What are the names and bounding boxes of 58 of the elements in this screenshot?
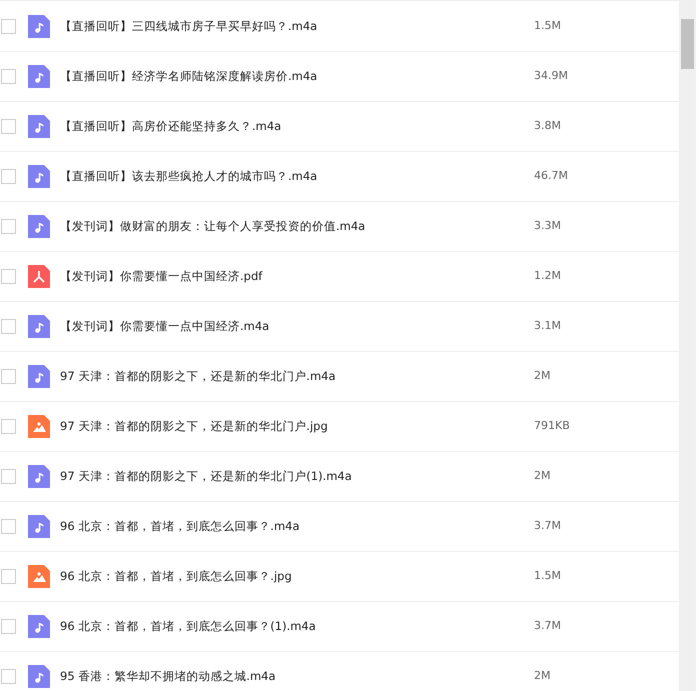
music-note-file-icon: [28, 465, 50, 488]
file-size: 2M: [534, 668, 550, 684]
file-size: 3.7M: [534, 618, 561, 634]
checkbox[interactable]: [1, 569, 16, 584]
file-size: 1.5M: [534, 568, 561, 584]
file-name[interactable]: 96 北京：首都，首堵，到底怎么回事？.jpg: [60, 568, 530, 586]
music-note-file-icon: [28, 115, 50, 138]
music-note-file-icon: [28, 315, 50, 338]
file-name[interactable]: 96 北京：首都，首堵，到底怎么回事？(1).m4a: [60, 618, 530, 636]
file-size: 1.5M: [534, 18, 561, 34]
checkbox[interactable]: [1, 69, 16, 84]
checkbox[interactable]: [1, 369, 16, 384]
file-size: 3.1M: [534, 318, 561, 334]
scrollbar-thumb[interactable]: [681, 19, 694, 69]
music-note-file-icon: [28, 215, 50, 238]
music-note-file-icon: [28, 615, 50, 638]
checkbox[interactable]: [1, 169, 16, 184]
file-name[interactable]: 【发刊词】你需要懂一点中国经济.pdf: [60, 268, 530, 286]
music-note-file-icon: [28, 165, 50, 188]
pdf-file-icon: [28, 265, 50, 288]
checkbox[interactable]: [1, 219, 16, 234]
scrollbar[interactable]: [679, 0, 696, 691]
file-name[interactable]: 【发刊词】你需要懂一点中国经济.m4a: [60, 318, 530, 336]
checkbox[interactable]: [1, 319, 16, 334]
file-name[interactable]: 95 香港：繁华却不拥堵的动感之城.m4a: [60, 668, 530, 686]
file-size: 3.8M: [534, 118, 561, 134]
checkbox[interactable]: [1, 19, 16, 34]
image-file-icon: [28, 415, 50, 438]
music-note-file-icon: [28, 665, 50, 688]
file-size: 2M: [534, 468, 550, 484]
checkbox[interactable]: [1, 419, 16, 434]
file-size: 3.3M: [534, 218, 561, 234]
file-size: 791KB: [534, 418, 570, 434]
file-name[interactable]: 【直播回听】该去那些疯抢人才的城市吗？.m4a: [60, 168, 530, 186]
music-note-file-icon: [28, 65, 50, 88]
file-size: 34.9M: [534, 68, 568, 84]
checkbox[interactable]: [1, 269, 16, 284]
file-name[interactable]: 97 天津：首都的阴影之下，还是新的华北门户.jpg: [60, 418, 530, 436]
checkbox[interactable]: [1, 619, 16, 634]
file-size: 3.7M: [534, 518, 561, 534]
checkbox[interactable]: [1, 519, 16, 534]
file-size: 2M: [534, 368, 550, 384]
music-note-file-icon: [28, 365, 50, 388]
file-name[interactable]: 【直播回听】高房价还能坚持多久？.m4a: [60, 118, 530, 136]
file-size: 46.7M: [534, 168, 568, 184]
checkbox[interactable]: [1, 669, 16, 684]
music-note-file-icon: [28, 15, 50, 38]
file-name[interactable]: 【直播回听】三四线城市房子早买早好吗？.m4a: [60, 18, 530, 36]
checkbox[interactable]: [1, 469, 16, 484]
file-name[interactable]: 【直播回听】经济学名师陆铭深度解读房价.m4a: [60, 68, 530, 86]
file-name[interactable]: 97 天津：首都的阴影之下，还是新的华北门户.m4a: [60, 368, 530, 386]
file-name[interactable]: 97 天津：首都的阴影之下，还是新的华北门户(1).m4a: [60, 468, 530, 486]
checkbox[interactable]: [1, 119, 16, 134]
file-size: 1.2M: [534, 268, 561, 284]
file-name[interactable]: 96 北京：首都，首堵，到底怎么回事？.m4a: [60, 518, 530, 536]
music-note-file-icon: [28, 515, 50, 538]
image-file-icon: [28, 565, 50, 588]
file-name[interactable]: 【发刊词】做财富的朋友：让每个人享受投资的价值.m4a: [60, 218, 530, 236]
